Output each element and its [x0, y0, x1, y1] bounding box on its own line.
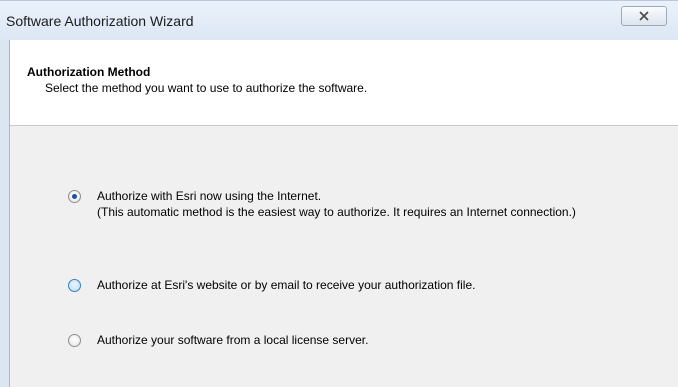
- window-title: Software Authorization Wizard: [6, 13, 194, 29]
- option-license-server-label: Authorize your software from a local lic…: [97, 333, 369, 347]
- option-internet-note: (This automatic method is the easiest wa…: [97, 205, 576, 219]
- radio-website-email[interactable]: [68, 279, 81, 292]
- radio-internet[interactable]: [68, 190, 81, 203]
- option-website-email-label: Authorize at Esri's website or by email …: [97, 278, 476, 292]
- title-bar[interactable]: Software Authorization Wizard: [0, 0, 678, 40]
- close-icon: [639, 11, 649, 21]
- page-subtitle: Select the method you want to use to aut…: [45, 81, 368, 95]
- wizard-window: Software Authorization Wizard Authorizat…: [0, 0, 678, 387]
- header-panel: Authorization Method Select the method y…: [10, 40, 678, 126]
- page-title: Authorization Method: [27, 65, 151, 79]
- wizard-body: Authorization Method Select the method y…: [9, 40, 678, 387]
- close-button[interactable]: [621, 6, 667, 26]
- option-internet-label: Authorize with Esri now using the Intern…: [97, 189, 322, 203]
- radio-license-server[interactable]: [68, 334, 81, 347]
